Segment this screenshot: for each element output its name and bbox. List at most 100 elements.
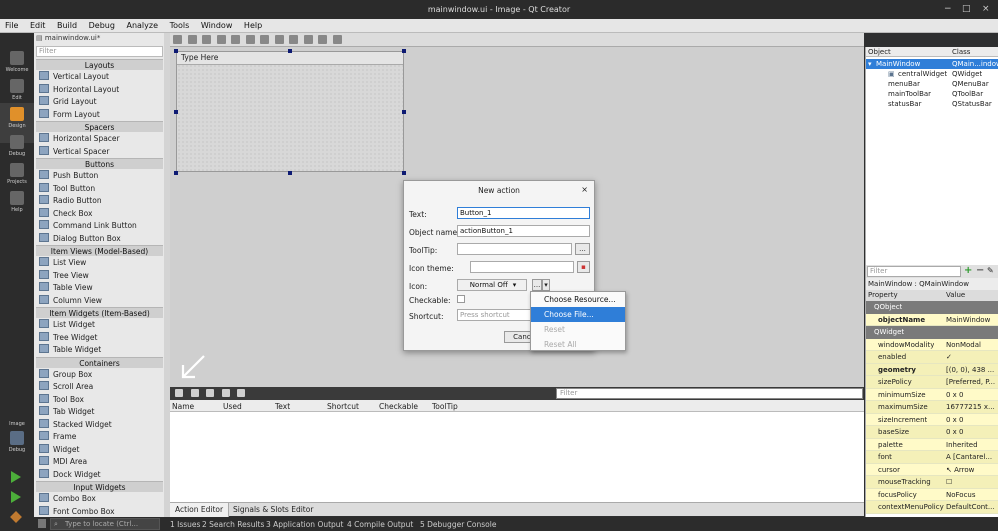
settings-icon[interactable]: ✎ xyxy=(987,266,994,275)
widgetbox-item[interactable]: List Widget xyxy=(36,319,163,332)
widgetbox-category[interactable]: Layouts xyxy=(36,59,163,70)
menu-file[interactable]: File xyxy=(0,19,22,30)
resize-handle[interactable] xyxy=(174,110,178,114)
run-icon[interactable] xyxy=(11,471,21,483)
layout-split-h-icon[interactable] xyxy=(260,35,270,44)
tab-action-editor[interactable]: Action Editor xyxy=(170,503,230,517)
adjust-size-icon[interactable] xyxy=(333,35,343,44)
widgetbox-item[interactable]: Combo Box xyxy=(36,493,163,506)
menu-build[interactable]: Build xyxy=(52,19,81,30)
resize-handle[interactable] xyxy=(402,110,406,114)
column-header[interactable]: Class xyxy=(952,48,970,56)
edit-buddies-icon[interactable] xyxy=(202,35,212,44)
settings-icon[interactable] xyxy=(221,389,230,397)
column-header[interactable]: Value xyxy=(946,291,965,299)
widgetbox-item[interactable]: Dock Widget xyxy=(36,468,163,482)
widgetbox-item[interactable]: Form Layout xyxy=(36,108,163,122)
property-row[interactable]: palette Inherited xyxy=(866,438,998,451)
property-row[interactable]: sizeIncrement 0 x 0 xyxy=(866,413,998,426)
property-row[interactable]: baseSize 0 x 0 xyxy=(866,426,998,439)
widgetbox-category[interactable]: Item Widgets (Item-Based) xyxy=(36,307,163,318)
property-row[interactable]: focusPolicy NoFocus xyxy=(866,488,998,501)
widgetbox-item[interactable]: Horizontal Layout xyxy=(36,83,163,97)
widgetbox-item[interactable]: Tool Box xyxy=(36,393,163,407)
widgetbox-item[interactable]: Check Box xyxy=(36,207,163,221)
menu-tools[interactable]: Tools xyxy=(165,19,194,30)
close-icon[interactable]: × xyxy=(982,4,990,14)
menu-item-choose-file[interactable]: Choose File... xyxy=(531,307,625,322)
property-row[interactable]: sizePolicy [Preferred, P... xyxy=(866,376,998,389)
checkable-checkbox[interactable] xyxy=(457,295,465,303)
column-header[interactable]: Object xyxy=(868,48,891,56)
tooltip-input[interactable] xyxy=(457,243,572,255)
debug-run-icon[interactable] xyxy=(11,491,21,503)
column-header[interactable]: Shortcut xyxy=(327,402,359,411)
column-header[interactable]: Name xyxy=(172,402,194,411)
maximize-icon[interactable]: □ xyxy=(962,4,971,14)
widgetbox-item[interactable]: Push Button xyxy=(36,170,163,183)
layout-form-icon[interactable] xyxy=(303,35,313,44)
shortcut-input[interactable]: Press shortcut xyxy=(457,309,537,321)
widgetbox-item[interactable]: Horizontal Spacer xyxy=(36,133,163,146)
tab-signals-slots[interactable]: Signals & Slots Editor xyxy=(228,503,318,517)
add-property-icon[interactable]: + xyxy=(964,265,972,276)
layout-horizontal-icon[interactable] xyxy=(231,35,241,44)
pane-compile-output[interactable]: 4 Compile Output xyxy=(347,520,413,529)
column-header[interactable]: Used xyxy=(223,402,242,411)
widgetbox-item[interactable]: Radio Button xyxy=(36,195,163,208)
tree-row[interactable]: statusBar QStatusBar xyxy=(866,99,998,109)
widgetbox-item[interactable]: Tree View xyxy=(36,269,163,283)
tree-row[interactable]: menuBar QMenuBar xyxy=(866,79,998,89)
property-row[interactable]: maximumSize 16777215 x... xyxy=(866,401,998,414)
property-group[interactable]: QWidget xyxy=(866,326,998,339)
property-group[interactable]: QObject xyxy=(866,301,998,314)
property-row[interactable]: objectName MainWindow xyxy=(866,313,998,326)
kit-selector[interactable]: Image Debug xyxy=(0,418,34,458)
editor-tab[interactable]: ▤ mainwindow.ui* xyxy=(36,34,100,45)
resize-handle[interactable] xyxy=(402,49,406,53)
break-layout-icon[interactable] xyxy=(318,35,328,44)
tree-row[interactable]: ▾ MainWindow QMain...indow xyxy=(866,59,998,69)
property-filter-input[interactable]: Filter xyxy=(867,266,961,277)
widgetbox-item[interactable]: Grid Layout xyxy=(36,96,163,109)
panel-toggle-icon[interactable] xyxy=(38,519,46,528)
widgetbox-category[interactable]: Item Views (Model-Based) xyxy=(36,245,163,256)
widgetbox-item[interactable]: Command Link Button xyxy=(36,220,163,233)
form-menu-placeholder[interactable]: Type Here xyxy=(177,52,403,65)
pane-issues[interactable]: 1 Issues xyxy=(170,520,200,529)
menu-debug[interactable]: Debug xyxy=(84,19,119,30)
widgetbox-category[interactable]: Containers xyxy=(36,356,163,368)
menu-window[interactable]: Window xyxy=(196,19,237,30)
new-action-icon[interactable] xyxy=(175,389,183,397)
minimize-icon[interactable]: − xyxy=(944,4,952,14)
edit-signals-icon[interactable] xyxy=(187,35,197,44)
widgetbox-item[interactable]: Column View xyxy=(36,294,163,308)
property-row[interactable]: minimumSize 0 x 0 xyxy=(866,388,998,401)
tree-row[interactable]: mainToolBar QToolBar xyxy=(866,89,998,99)
property-row[interactable]: enabled ✓ xyxy=(866,351,998,364)
build-hammer-icon[interactable] xyxy=(10,511,22,523)
property-row[interactable]: cursor ↖ Arrow xyxy=(866,463,998,476)
pane-application-output[interactable]: 3 Application Output xyxy=(266,520,344,529)
widgetbox-item[interactable]: Vertical Layout xyxy=(36,71,163,84)
paste-action-icon[interactable] xyxy=(206,389,215,397)
delete-action-icon[interactable] xyxy=(237,389,246,397)
widgetbox-item[interactable]: Frame xyxy=(36,431,163,444)
property-row[interactable]: geometry [(0, 0), 438 ... xyxy=(866,363,998,376)
column-header[interactable]: ToolTip xyxy=(432,402,458,411)
edit-tab-order-icon[interactable] xyxy=(216,35,226,44)
widgetbox-item[interactable]: Widget xyxy=(36,443,163,457)
tree-row[interactable]: ▣ centralWidget QWidget xyxy=(866,69,998,79)
widgetbox-item[interactable]: List View xyxy=(36,257,163,270)
widgetbox-item[interactable]: Table View xyxy=(36,282,163,295)
widgetbox-category[interactable]: Buttons xyxy=(36,158,163,169)
widgetbox-item[interactable]: Dialog Button Box xyxy=(36,232,163,246)
icon-theme-reset-icon[interactable]: ▪ xyxy=(577,261,590,273)
widgetbox-item[interactable]: Tool Button xyxy=(36,182,163,196)
main-window-form[interactable]: Type Here xyxy=(176,51,404,172)
widgetbox-item[interactable]: Tree Widget xyxy=(36,331,163,345)
menu-help[interactable]: Help xyxy=(239,19,266,30)
icon-mode-combo[interactable]: Normal Off ▾ xyxy=(457,279,527,291)
icon-theme-input[interactable] xyxy=(470,261,574,273)
resize-handle[interactable] xyxy=(402,171,406,175)
